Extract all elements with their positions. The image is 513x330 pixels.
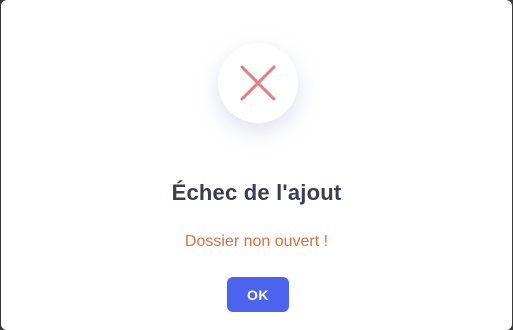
dialog-message: Dossier non ouvert ! [184, 233, 329, 250]
ok-button[interactable]: OK [227, 277, 289, 312]
close-x-icon [240, 65, 276, 101]
dialog-title: Échec de l'ajout [171, 180, 342, 205]
error-dialog: Échec de l'ajout Dossier non ouvert ! OK [1, 0, 512, 330]
error-icon-circle [218, 43, 298, 123]
